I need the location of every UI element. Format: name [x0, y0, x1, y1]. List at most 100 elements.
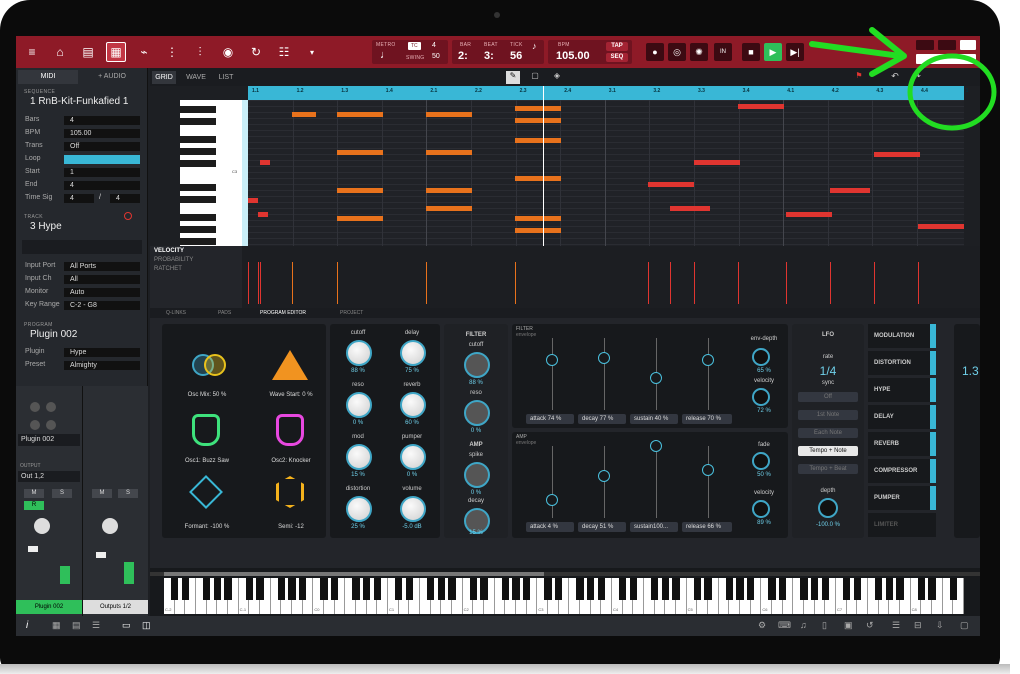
amp-release-pill[interactable]: release 66 %: [682, 522, 732, 532]
black-key[interactable]: [394, 578, 403, 600]
black-key[interactable]: [800, 578, 808, 600]
black-key[interactable]: [298, 578, 307, 600]
black-key[interactable]: [180, 226, 216, 233]
sustain-slider[interactable]: [650, 372, 662, 384]
fx-reverb-toggle[interactable]: [930, 432, 936, 456]
stop-button[interactable]: ■: [742, 43, 760, 61]
black-key[interactable]: [437, 578, 446, 600]
black-key[interactable]: [180, 238, 216, 245]
midi-note[interactable]: [874, 152, 920, 157]
midi-note[interactable]: [738, 104, 784, 109]
tab-audio[interactable]: + AUDIO: [80, 70, 144, 84]
record-mode-icon[interactable]: ◉: [218, 42, 238, 62]
grid-view-icon[interactable]: ▦: [106, 42, 126, 62]
fx-hype-toggle[interactable]: [930, 378, 936, 402]
fx-compressor[interactable]: COMPRESSOR: [868, 459, 936, 483]
insert-knob[interactable]: [30, 420, 40, 430]
black-key[interactable]: [853, 578, 862, 600]
black-key[interactable]: [661, 578, 670, 600]
black-key[interactable]: [448, 578, 456, 600]
mod-knob[interactable]: [346, 444, 372, 470]
plugin-select[interactable]: Hype: [64, 348, 140, 357]
grid-small-icon[interactable]: ▤: [72, 620, 81, 631]
output-select[interactable]: Out 1,2: [18, 471, 80, 482]
help-icon[interactable]: ▢: [960, 620, 969, 631]
fx-distortion[interactable]: DISTORTION: [868, 351, 936, 375]
tab-qlinks[interactable]: Q-LINKS: [166, 310, 186, 316]
track-name[interactable]: 3 Hype: [30, 221, 62, 232]
black-key[interactable]: [501, 578, 510, 600]
black-key[interactable]: [746, 578, 755, 600]
black-key[interactable]: [330, 578, 339, 600]
fade-knob[interactable]: [752, 452, 770, 470]
black-key[interactable]: [180, 106, 216, 113]
timesig-num-field[interactable]: 4: [64, 194, 94, 203]
black-key[interactable]: [554, 578, 563, 600]
save-icon[interactable]: ▣: [844, 620, 853, 631]
velocity-bar[interactable]: [874, 262, 875, 304]
amp-sustain-pill[interactable]: sustain100...: [630, 522, 678, 532]
probability-lane-label[interactable]: PROBABILITY: [154, 257, 193, 263]
swing-value[interactable]: 50: [432, 53, 440, 60]
black-key[interactable]: [842, 578, 851, 600]
bars-field[interactable]: 4: [64, 116, 140, 125]
velocity-bar[interactable]: [248, 262, 249, 304]
velocity-bar[interactable]: [258, 262, 259, 304]
mixer-strip-name[interactable]: Plugin 002: [18, 434, 80, 446]
fx-delay[interactable]: DELAY: [868, 405, 936, 429]
record-arm-icon[interactable]: [124, 212, 132, 220]
ratchet-lane-label[interactable]: RATCHET: [154, 266, 182, 272]
filter-decay-pill[interactable]: decay 77 %: [578, 414, 626, 424]
midi-note[interactable]: [292, 112, 316, 117]
amp-velocity-knob[interactable]: [752, 500, 770, 518]
midi-note[interactable]: [426, 112, 472, 117]
black-key[interactable]: [180, 160, 216, 167]
flag-icon[interactable]: ⚑: [852, 71, 866, 84]
bpm-value[interactable]: 105.00: [556, 50, 590, 62]
program-name[interactable]: Plugin 002: [30, 329, 77, 340]
black-key[interactable]: [885, 578, 894, 600]
black-key[interactable]: [288, 578, 296, 600]
sequence-name[interactable]: 1 RnB-Kit-Funkafied 1: [30, 96, 128, 107]
settings-icon[interactable]: ⚙: [758, 620, 766, 631]
fx-distortion-toggle[interactable]: [930, 351, 936, 375]
redo-icon[interactable]: ↷: [910, 71, 924, 84]
black-key[interactable]: [874, 578, 883, 600]
black-key[interactable]: [650, 578, 659, 600]
amp-attack-pill[interactable]: attack 4 %: [526, 522, 574, 532]
midi-note[interactable]: [248, 198, 258, 203]
black-key[interactable]: [362, 578, 371, 600]
keyboard-keys[interactable]: C-2 C-1 C0 C1 C2 C3 C4 C5 C6 C7 C8: [164, 578, 964, 614]
black-key[interactable]: [224, 578, 232, 600]
metronome-icon[interactable]: ♩: [380, 49, 391, 61]
black-key[interactable]: [522, 578, 531, 600]
velocity-bar[interactable]: [292, 262, 293, 304]
osc2-icon[interactable]: [276, 414, 304, 446]
velocity-bar[interactable]: [694, 262, 695, 304]
black-key[interactable]: [170, 578, 179, 600]
midi-note[interactable]: [830, 188, 870, 193]
pumper-knob[interactable]: [400, 444, 426, 470]
black-key[interactable]: [256, 578, 264, 600]
list-icon[interactable]: ☰: [92, 620, 100, 631]
osc-mix-icon-b[interactable]: [204, 354, 226, 376]
quantize-icon[interactable]: ⊟: [914, 620, 922, 631]
overdub-button[interactable]: ◎: [668, 43, 686, 61]
midi-note[interactable]: [694, 160, 740, 165]
fx-pumper[interactable]: PUMPER: [868, 486, 936, 510]
decay-slider[interactable]: [598, 352, 610, 364]
filter-cutoff-knob[interactable]: [464, 352, 490, 378]
black-key[interactable]: [672, 578, 680, 600]
input-button[interactable]: IN: [714, 43, 732, 61]
velocity-bars[interactable]: [248, 246, 964, 308]
rec-arm-button[interactable]: R: [24, 501, 44, 510]
midi-note[interactable]: [426, 206, 472, 211]
midi-note[interactable]: [918, 224, 964, 229]
midi-note[interactable]: [786, 212, 832, 217]
black-key[interactable]: [352, 578, 360, 600]
sync-tempo-note-option[interactable]: Tempo + Note: [798, 446, 858, 456]
loop-toggle[interactable]: [64, 155, 140, 164]
tc-label[interactable]: TC: [408, 42, 421, 50]
monitor-select[interactable]: Auto: [64, 288, 140, 297]
black-key[interactable]: [180, 136, 216, 143]
